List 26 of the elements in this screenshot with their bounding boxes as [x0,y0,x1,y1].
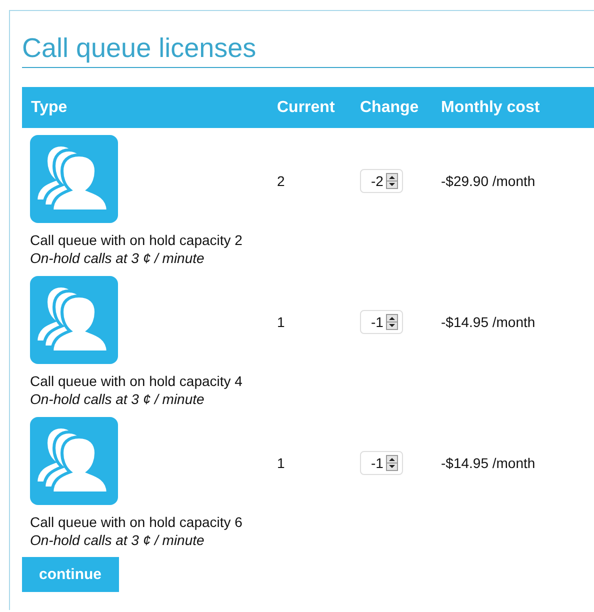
page-title: Call queue licenses [22,33,594,68]
current-count: 1 [277,314,285,330]
rate-note: On-hold calls at 3 ¢ / minute [30,531,206,549]
rate-note: On-hold calls at 3 ¢ / minute [30,390,206,408]
current-count: 1 [277,454,285,470]
change-spinner[interactable]: -1 [360,450,404,474]
license-name: Call queue with on hold capacity 6 [30,513,244,531]
license-name: Call queue with on hold capacity 4 [30,372,244,390]
license-name: Call queue with on hold capacity 2 [30,231,244,249]
users-icon [30,276,118,364]
spinner-arrows-icon[interactable] [386,314,398,330]
current-count: 2 [277,172,285,188]
monthly-cost: -$29.90 /month [441,172,536,188]
users-icon [30,135,118,223]
change-spinner[interactable]: -1 [360,310,404,334]
column-header: Change [360,87,441,128]
spinner-arrows-icon[interactable] [386,454,398,470]
column-header: Monthly cost [441,87,594,128]
monthly-cost: -$14.95 /month [441,454,536,470]
spinner-arrows-icon[interactable] [386,172,398,188]
change-spinner[interactable]: -2 [360,168,404,192]
users-icon [30,417,118,505]
monthly-cost: -$14.95 /month [441,314,536,330]
column-header: Type [22,87,277,128]
rate-note: On-hold calls at 3 ¢ / minute [30,249,206,267]
column-header: Current [277,87,360,128]
